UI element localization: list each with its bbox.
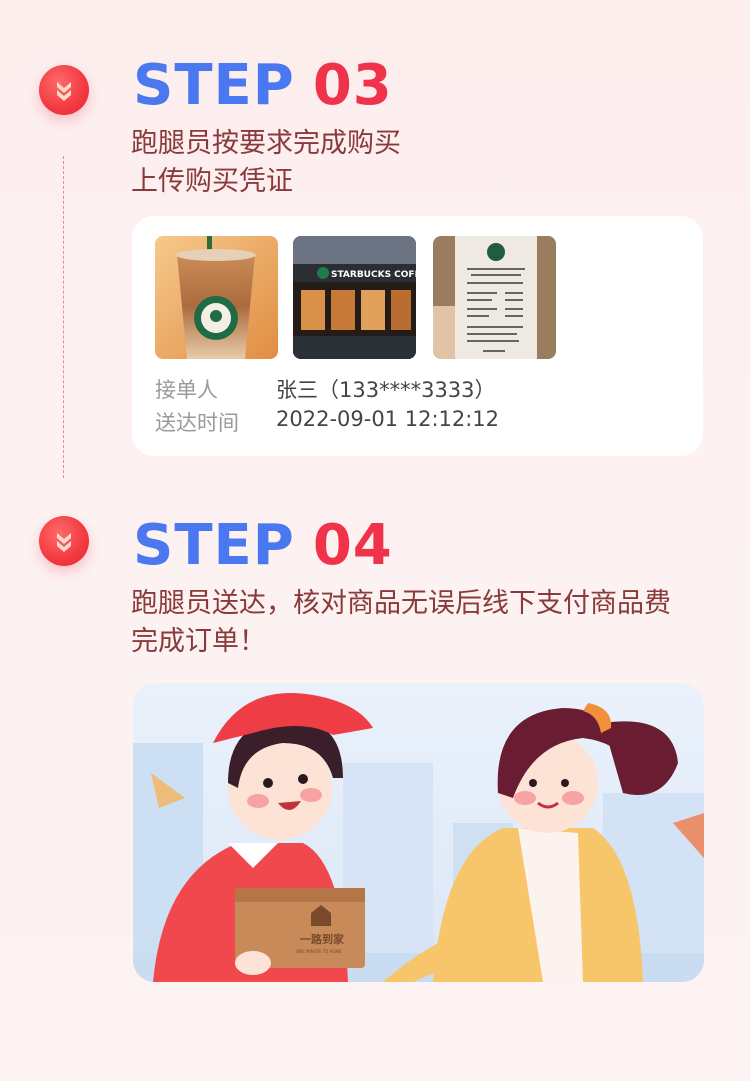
receipt-photo[interactable] xyxy=(433,236,556,359)
step-04-badge xyxy=(39,516,89,566)
iced-coffee-photo[interactable] xyxy=(155,236,278,359)
step-04-title: STEP 04 xyxy=(133,518,393,574)
receipt-image xyxy=(433,236,556,359)
step-number: 04 xyxy=(312,513,393,578)
step-desc-line: 上传购买凭证 xyxy=(131,166,293,197)
storefront-sign-text: STARBUCKS COFFE xyxy=(331,270,416,280)
storefront-image: STARBUCKS COFFE xyxy=(293,236,416,359)
step-desc-line: 跑腿员按要求完成购买 xyxy=(131,128,401,159)
step-word: STEP xyxy=(133,513,295,578)
chevron-down-double-icon xyxy=(57,533,71,552)
box-brand-text: 一路到家 xyxy=(300,932,345,946)
delivery-handoff-image: 一路到家 ONE MINUTE TO HOME xyxy=(133,683,704,982)
step-03-badge xyxy=(39,65,89,115)
step-desc-line: 跑腿员送达，核对商品无误后线下支付商品费 xyxy=(131,588,671,619)
step-desc-line: 完成订单！ xyxy=(131,626,266,657)
storefront-photo[interactable]: STARBUCKS COFFE xyxy=(293,236,416,359)
iced-coffee-image xyxy=(155,236,278,359)
receiver-value: 张三（133****3333） xyxy=(276,378,496,402)
step-word: STEP xyxy=(133,53,295,118)
receiver-label: 接单人 xyxy=(155,378,218,402)
step-number: 03 xyxy=(312,53,393,118)
step-04-description: 跑腿员送达，核对商品无误后线下支付商品费 完成订单！ xyxy=(131,585,671,661)
delivery-time-label: 送达时间 xyxy=(155,411,239,435)
step-03-description: 跑腿员按要求完成购买 上传购买凭证 xyxy=(131,125,401,201)
delivery-time-value: 2022-09-01 12:12:12 xyxy=(276,407,500,431)
chevron-down-double-icon xyxy=(57,82,71,101)
timeline-dashed-line xyxy=(63,156,64,478)
box-brand-subtext: ONE MINUTE TO HOME xyxy=(296,949,342,954)
purchase-proof-card: STARBUCKS COFFE 接单人 张三（133* xyxy=(132,216,703,456)
step-03-title: STEP 03 xyxy=(133,58,393,114)
delivery-illustration: 一路到家 ONE MINUTE TO HOME xyxy=(133,683,704,982)
